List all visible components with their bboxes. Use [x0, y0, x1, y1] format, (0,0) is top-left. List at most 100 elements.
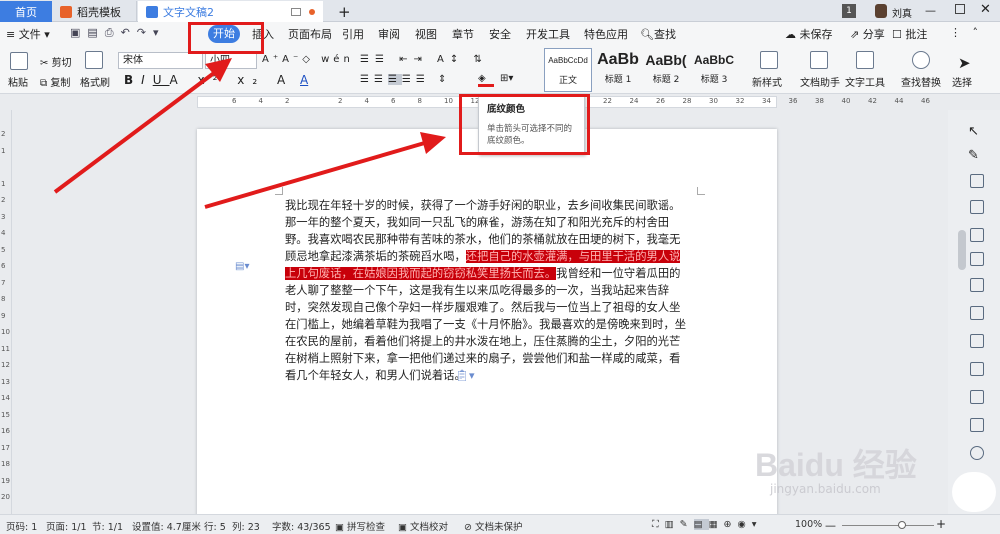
style-normal[interactable]: AaBbCcDd 正文: [544, 48, 592, 92]
font-color-button[interactable]: A: [300, 73, 308, 87]
user-name[interactable]: 刘真: [892, 5, 912, 20]
sidebar-tool-icon[interactable]: [970, 362, 984, 376]
menu-view[interactable]: 视图: [415, 26, 437, 42]
font-size-select[interactable]: 小四: [205, 52, 257, 69]
ruler-number: 4: [364, 97, 369, 105]
close-button[interactable]: ✕: [980, 2, 991, 17]
status-setting[interactable]: 设置值: 4.7厘米: [132, 519, 201, 533]
doc-proof-label: 文档校对: [410, 522, 449, 533]
paste-options-icon[interactable]: 📋︎▾: [455, 369, 475, 382]
tab-template[interactable]: 稻壳模板: [52, 1, 137, 22]
menu-features[interactable]: 特色应用: [584, 26, 628, 42]
monitor-icon[interactable]: [291, 7, 301, 16]
paragraph-options-icon[interactable]: ▤▾: [235, 261, 249, 272]
zoom-out-button[interactable]: —: [825, 519, 836, 532]
doc-proof-button[interactable]: ▣ 文档校对: [398, 519, 448, 533]
border-button[interactable]: ⊞▾: [500, 73, 513, 84]
vruler-number: 5: [1, 245, 6, 254]
share-button[interactable]: ⇗ 分享: [850, 26, 885, 42]
tab-home[interactable]: 首页: [0, 1, 52, 22]
list-buttons[interactable]: ☰☰ ⇤⇥ A↕ ⇅: [360, 54, 488, 65]
zoom-in-button[interactable]: +: [936, 517, 946, 531]
align-buttons[interactable]: ☰☰☰☰☰ ⇕: [360, 74, 451, 85]
menu-review[interactable]: 审阅: [378, 26, 400, 42]
more-menu[interactable]: ⋮ ˄: [950, 26, 982, 39]
new-style-label[interactable]: 新样式: [752, 74, 782, 89]
doc-helper-label[interactable]: 文档助手: [800, 74, 840, 89]
comment-label: 批注: [905, 28, 928, 41]
menu-search[interactable]: 🔍︎查找: [640, 26, 676, 42]
menu-developer[interactable]: 开发工具: [526, 26, 570, 42]
font-style-buttons[interactable]: BIUA x² x₂ A: [124, 73, 293, 87]
status-section[interactable]: 节: 1/1: [92, 519, 123, 533]
new-style-icon[interactable]: [760, 51, 778, 69]
vruler-number: 9: [1, 311, 6, 320]
sidebar-tool-icon[interactable]: [970, 252, 984, 266]
minimize-button[interactable]: —: [925, 4, 936, 17]
avatar[interactable]: [875, 4, 887, 18]
zoom-slider[interactable]: [842, 525, 934, 526]
adjust-icon[interactable]: [970, 174, 984, 188]
style-heading1[interactable]: AaBb 标题 1: [594, 48, 642, 92]
comment-button[interactable]: ☐ 批注: [892, 26, 927, 42]
find-replace-label[interactable]: 查找替换: [901, 74, 941, 89]
style-heading1-sample: AaBb: [597, 51, 639, 68]
tab-document[interactable]: 文字文稿2: [138, 1, 323, 22]
menu-security[interactable]: 安全: [489, 26, 511, 42]
sidebar-panel-icon[interactable]: [970, 228, 984, 242]
spell-check-button[interactable]: ▣ 拼写检查: [335, 519, 385, 533]
cursor-icon[interactable]: ↖: [968, 124, 982, 139]
menu-reference[interactable]: 引用: [342, 26, 364, 42]
zoom-level[interactable]: 100%: [795, 519, 822, 530]
document-page[interactable]: ▤▾ 我比现在年轻十岁的时候，获得了一个游手好闲的职业，去乡间收集民间歌谣。那一…: [197, 129, 777, 521]
status-page[interactable]: 页码: 1: [6, 519, 37, 533]
select-label[interactable]: 选择: [952, 74, 972, 89]
sidebar-tool-icon[interactable]: [970, 390, 984, 404]
vertical-ruler[interactable]: 2 1 1 2 3 4 5 6 7 8 9 10 11 12 13 14 15 16 17 18 19 20: [0, 110, 12, 514]
ruler-number: 40: [841, 97, 851, 105]
unsaved-button[interactable]: ☁ 未保存: [785, 26, 833, 42]
menu-chapter[interactable]: 章节: [452, 26, 474, 42]
select-cursor-icon[interactable]: ➤: [958, 54, 971, 72]
maximize-button[interactable]: [955, 4, 965, 14]
find-replace-icon[interactable]: [912, 51, 930, 69]
view-mode-buttons[interactable]: ⛶▥✎▤▦⊕◉▾: [652, 519, 763, 530]
style-normal-label: 正文: [558, 76, 577, 86]
status-words[interactable]: 字数: 43/365: [272, 519, 331, 533]
menu-page-layout[interactable]: 页面布局: [288, 26, 332, 42]
format-painter-label[interactable]: 格式刷: [80, 74, 110, 89]
status-row[interactable]: 行: 5: [204, 519, 226, 533]
cut-button[interactable]: ✂ 剪切: [40, 54, 72, 69]
menu-file[interactable]: ≡ 文件 ▾: [6, 26, 50, 42]
zoom-slider-handle[interactable]: [898, 521, 906, 529]
doc-protect-button[interactable]: ⊘ 文档未保护: [464, 519, 523, 533]
status-col[interactable]: 列: 23: [232, 519, 260, 533]
sidebar-tool-icon[interactable]: [970, 418, 984, 432]
ruler-number: 2: [338, 97, 343, 105]
doc-helper-icon[interactable]: [810, 51, 828, 69]
sidebar-tool-icon[interactable]: [970, 278, 984, 292]
text-tools-icon[interactable]: [856, 51, 874, 69]
style-heading2[interactable]: AaBb(标题 2: [642, 48, 690, 92]
text-tools-label[interactable]: 文字工具: [845, 74, 885, 89]
paste-label[interactable]: 粘贴: [8, 74, 28, 89]
sidebar-tool-icon[interactable]: [970, 306, 984, 320]
status-pages[interactable]: 页面: 1/1: [46, 519, 87, 533]
document-body[interactable]: 我比现在年轻十岁的时候，获得了一个游手好闲的职业，去乡间收集民间歌谣。那一年的整…: [285, 197, 691, 384]
ruler-number: 46: [921, 97, 930, 105]
copy-button[interactable]: ⧉ 复制: [40, 74, 70, 89]
shading-color-button[interactable]: ◈: [478, 73, 494, 87]
layout-icon[interactable]: [970, 200, 984, 214]
paste-icon[interactable]: [10, 52, 28, 70]
format-painter-icon[interactable]: [85, 51, 103, 69]
scrollbar-thumb[interactable]: [958, 230, 966, 270]
style-heading3[interactable]: AaBbC 标题 3: [690, 48, 738, 92]
pen-icon[interactable]: ✎: [968, 148, 982, 163]
sidebar-tool-icon[interactable]: [970, 446, 984, 460]
new-tab-button[interactable]: +: [330, 1, 359, 22]
font-name-select[interactable]: 宋体: [118, 52, 203, 69]
tab-document-label: 文字文稿2: [163, 5, 214, 19]
sidebar-tool-icon[interactable]: [970, 334, 984, 348]
font-grow-shrink[interactable]: A⁺A⁻◇ wén: [262, 54, 354, 65]
quick-access-toolbar[interactable]: ▣▤⎙↶↷▾: [70, 26, 170, 40]
